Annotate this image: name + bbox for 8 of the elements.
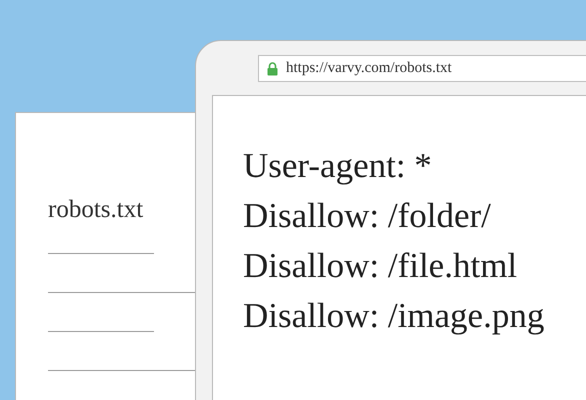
robots-line: Disallow: /file.html bbox=[243, 245, 518, 287]
robots-line: Disallow: /folder/ bbox=[243, 195, 492, 237]
robots-line: User-agent: * bbox=[243, 145, 433, 187]
lock-icon bbox=[267, 62, 278, 76]
robots-line: Disallow: /image.png bbox=[243, 295, 546, 337]
address-bar[interactable]: https://varvy.com/robots.txt bbox=[258, 55, 586, 82]
url-text: https://varvy.com/robots.txt bbox=[286, 60, 452, 77]
document-filename: robots.txt bbox=[48, 195, 144, 225]
